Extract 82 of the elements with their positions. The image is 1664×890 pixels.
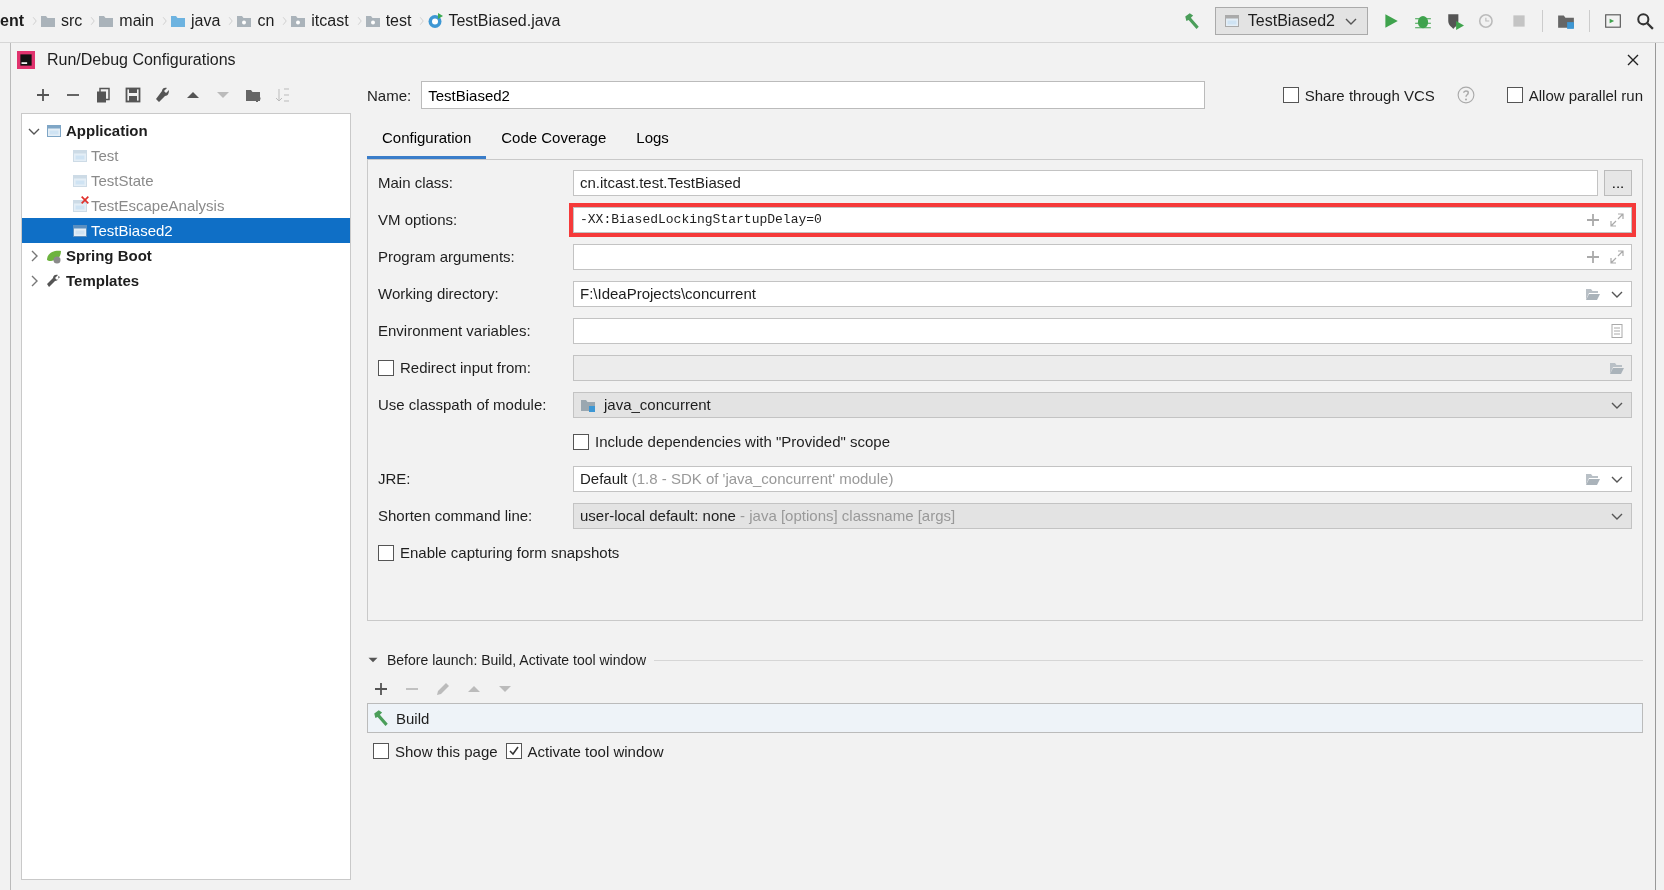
package-folder-icon — [364, 13, 381, 29]
close-icon — [1625, 52, 1641, 68]
project-structure-icon[interactable] — [1557, 12, 1575, 30]
shield-run-icon[interactable] — [1446, 12, 1464, 30]
main-class-field[interactable]: cn.itcast.test.TestBiased — [573, 169, 1598, 196]
checkbox[interactable] — [378, 544, 394, 561]
tab[interactable]: Logs — [621, 119, 684, 159]
field-label: Use classpath of module: — [378, 396, 548, 413]
breadcrumb-item[interactable]: src — [61, 12, 83, 30]
tree-item[interactable]: TestEscapeAnalysis — [22, 193, 350, 218]
section-title[interactable]: Before launch: Build, Activate tool window — [387, 652, 647, 668]
breadcrumb-item[interactable]: cn — [257, 12, 275, 30]
breadcrumb-item[interactable]: itcast — [311, 12, 349, 30]
checkbox[interactable] — [573, 433, 589, 450]
tree-node[interactable]: Spring Boot — [22, 243, 350, 268]
checkbox-label: Show this page — [395, 742, 498, 760]
checkbox-label: Share through VCS — [1304, 86, 1435, 104]
hammer-icon[interactable] — [1182, 12, 1201, 30]
jre-dropdown[interactable]: Default (1.8 - SDK of 'java_concurrent' module) — [573, 465, 1632, 492]
close-button[interactable] — [1625, 52, 1641, 68]
application-icon — [72, 172, 88, 189]
checkbox-label: Allow parallel run — [1528, 86, 1643, 104]
application-icon — [72, 197, 88, 214]
name-field[interactable]: TestBiased2 — [421, 81, 1206, 109]
checkbox[interactable] — [1506, 87, 1523, 103]
folder-add-icon[interactable] — [245, 87, 261, 103]
hammer-icon — [372, 709, 390, 727]
wrench-icon[interactable] — [155, 87, 171, 103]
app-logo-icon — [17, 51, 35, 69]
class-file-icon — [427, 13, 444, 29]
breadcrumb-item[interactable]: main — [119, 12, 154, 30]
checkbox[interactable] — [1282, 87, 1299, 103]
field-label: VM options: — [378, 211, 459, 228]
tree-item[interactable]: TestState — [22, 168, 350, 193]
dialog-title: Run/Debug Configurations — [47, 51, 236, 69]
field-label: Working directory: — [378, 285, 500, 302]
application-icon — [46, 122, 62, 139]
package-folder-icon — [236, 13, 253, 29]
tree-node[interactable]: Application — [22, 118, 350, 143]
wrench-icon — [46, 272, 62, 289]
breadcrumb-item[interactable]: test — [385, 12, 412, 30]
application-icon — [1223, 13, 1240, 29]
tree-item[interactable]: TestBiased2 — [22, 218, 350, 243]
package-folder-icon — [290, 13, 307, 29]
copy-icon[interactable] — [95, 87, 111, 103]
search-icon[interactable] — [1636, 12, 1654, 30]
checkbox[interactable] — [505, 743, 522, 759]
directory-field[interactable]: F:\IdeaProjects\concurrent — [573, 280, 1632, 307]
checkbox-label: Activate tool window — [527, 742, 664, 760]
application-icon — [72, 147, 88, 164]
folder-icon — [40, 13, 56, 29]
environment-field[interactable] — [573, 317, 1632, 344]
add-icon[interactable] — [373, 681, 389, 697]
module-dropdown[interactable]: java_concurrent — [573, 391, 1632, 418]
checkbox[interactable] — [378, 359, 394, 376]
terminal-icon[interactable] — [1604, 12, 1622, 30]
folder-icon — [170, 13, 186, 29]
checkbox[interactable] — [373, 743, 389, 759]
tree-node[interactable]: Templates — [22, 268, 350, 293]
breadcrumb-item[interactable]: ent — [0, 12, 24, 30]
breadcrumb-item[interactable]: java — [191, 12, 221, 30]
application-icon — [72, 222, 88, 239]
name-label: Name: — [367, 86, 412, 104]
field-label: Environment variables: — [378, 322, 532, 339]
tab[interactable]: Code Coverage — [486, 119, 622, 159]
save-icon[interactable] — [125, 87, 141, 103]
field-label: Program arguments: — [378, 248, 516, 265]
field-label: JRE: — [378, 470, 412, 487]
breadcrumb-item[interactable]: TestBiased.java — [448, 12, 561, 30]
checkbox-label: Include dependencies with "Provided" scope — [595, 433, 890, 450]
configuration-dropdown[interactable]: TestBiased2 — [1214, 7, 1368, 35]
checkbox-label: Enable capturing form snapshots — [400, 544, 620, 561]
browse-button[interactable]: ... — [1604, 169, 1632, 196]
checkbox-label: Redirect input from: — [400, 359, 531, 376]
error-icon — [80, 195, 90, 205]
run-icon[interactable] — [1382, 12, 1400, 30]
folder-icon — [98, 13, 115, 29]
task-item[interactable]: Build — [396, 709, 430, 727]
field-label: Main class: — [378, 174, 455, 191]
shorten-dropdown[interactable]: user-local default: none - java [options] classname [args] — [573, 502, 1632, 529]
add-icon[interactable] — [35, 87, 51, 103]
field-label: Shorten command line: — [378, 507, 534, 524]
